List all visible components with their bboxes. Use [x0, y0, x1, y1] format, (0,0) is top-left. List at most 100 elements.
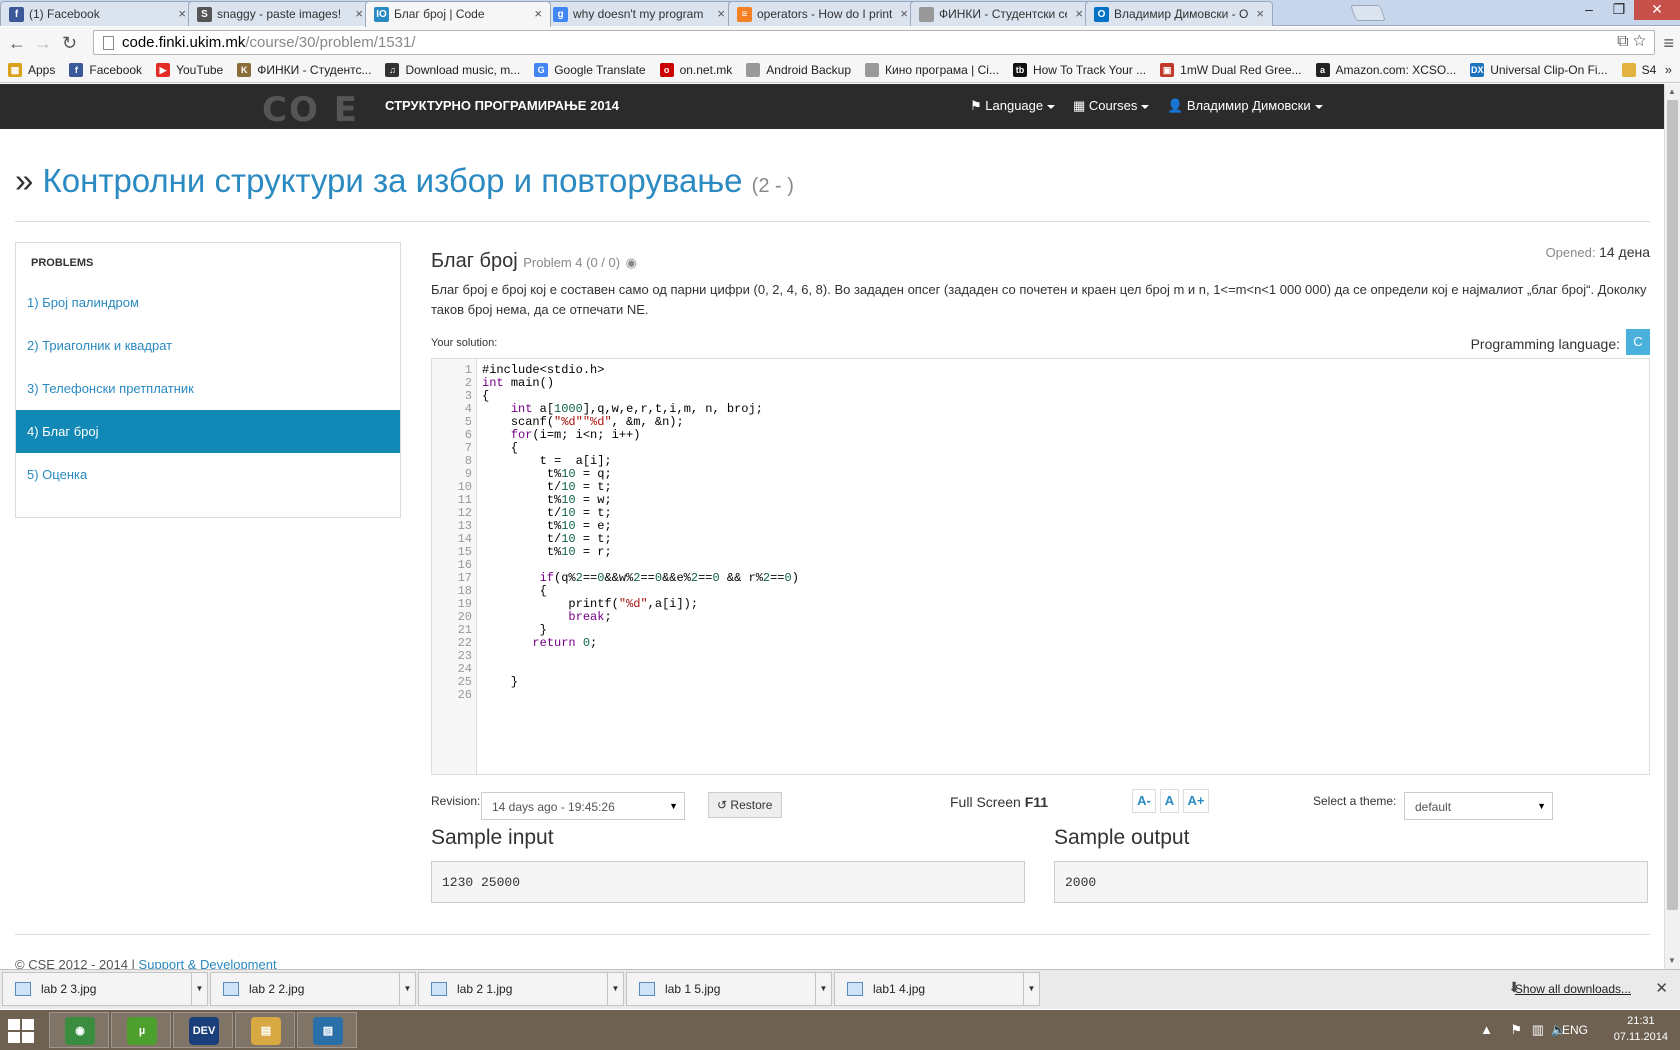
bookmark-item[interactable]: ▣ 1mW Dual Red Gree...: [1160, 63, 1302, 77]
code-icon: IO: [374, 7, 389, 22]
taskbar-app-photos[interactable]: ▨: [297, 1012, 357, 1048]
devcpp-icon: DEV: [189, 1017, 219, 1045]
font-smaller-button[interactable]: A-: [1132, 789, 1156, 813]
footer-support-link[interactable]: Support & Development: [139, 957, 277, 969]
window-controls: – ❐ ✕: [1574, 0, 1680, 20]
theme-value: default: [1415, 800, 1452, 814]
close-window-icon[interactable]: ✕: [1634, 0, 1680, 20]
bookmark-star-icon[interactable]: ⧉ ☆: [1617, 33, 1646, 51]
tab-close-icon[interactable]: ×: [717, 6, 725, 21]
code-line: printf("%d",a[i]);: [568, 597, 699, 611]
site-logo[interactable]: CO E: [262, 90, 359, 130]
clock[interactable]: 21:31 07.11.2014: [1614, 1013, 1668, 1045]
taskbar-app-devcpp[interactable]: DEV: [173, 1012, 233, 1048]
nav-user[interactable]: 👤 Владимир Димовски: [1167, 98, 1323, 114]
sidebar-problem-item[interactable]: 3) Телефонски претплатник: [16, 367, 400, 410]
font-reset-button[interactable]: A: [1160, 789, 1179, 813]
tab-close-icon[interactable]: ×: [1075, 6, 1083, 21]
tab-close-icon[interactable]: ×: [534, 6, 542, 21]
sidebar-problem-item[interactable]: 2) Триаголник и квадрат: [16, 324, 400, 367]
fullscreen-key: F11: [1024, 794, 1049, 810]
bookmark-item[interactable]: G Google Translate: [534, 63, 646, 77]
code-line: t/10 = t;: [546, 532, 612, 546]
downloads-shelf: ⬇ Show all downloads... ✕ lab 2 3.jpg ▼ la…: [0, 969, 1680, 1009]
back-arrow-icon[interactable]: ←: [8, 33, 26, 54]
browser-tab[interactable]: g why doesn't my program ×: [544, 1, 734, 26]
forward-arrow-icon[interactable]: →: [34, 33, 52, 54]
close-icon[interactable]: ✕: [1655, 979, 1668, 997]
taskbar-app-utorrent[interactable]: µ: [111, 1012, 171, 1048]
show-all-downloads-link[interactable]: Show all downloads...: [1515, 982, 1631, 996]
download-item[interactable]: lab 2 3.jpg ▼: [2, 972, 208, 1006]
bookmark-item[interactable]: S4: [1621, 63, 1656, 77]
bookmark-item[interactable]: tb How To Track Your ...: [1012, 63, 1146, 77]
new-tab-button[interactable]: [1350, 5, 1386, 21]
download-file-name: lab1 4.jpg: [873, 982, 926, 996]
scroll-down-icon[interactable]: ▼: [1668, 956, 1676, 965]
language-button[interactable]: C: [1626, 329, 1650, 355]
browser-tab[interactable]: ≡ operators - How do I print ×: [728, 1, 917, 26]
code-line: #include<stdio.h>: [482, 363, 605, 377]
browser-tab[interactable]: f (1) Facebook ×: [0, 1, 195, 26]
sample-output-title: Sample output: [1054, 826, 1190, 849]
bookmark-item[interactable]: f Facebook: [69, 63, 142, 77]
fullscreen-label: Full Screen: [950, 794, 1021, 810]
browser-tab[interactable]: ФИНКИ - Студентски сер ×: [910, 1, 1092, 26]
nav-language[interactable]: ⚑ Language: [970, 98, 1056, 114]
page-scrollbar[interactable]: ▲ ▼: [1664, 84, 1680, 969]
browser-tab[interactable]: O Владимир Димовски - О ×: [1085, 1, 1273, 26]
tab-close-icon[interactable]: ×: [1256, 6, 1264, 21]
font-larger-button[interactable]: A+: [1183, 789, 1209, 813]
download-menu-arrow-icon[interactable]: ▼: [399, 973, 415, 1005]
restore-button[interactable]: ↺ Restore: [708, 792, 782, 818]
download-item[interactable]: lab1 4.jpg ▼: [834, 972, 1040, 1006]
bookmark-item[interactable]: Android Backup: [746, 63, 851, 77]
download-menu-arrow-icon[interactable]: ▼: [815, 973, 831, 1005]
code-editor[interactable]: 1 #include<stdio.h> 2 int main() 3 {4 int a[1…: [431, 358, 1650, 775]
download-menu-arrow-icon[interactable]: ▼: [191, 973, 207, 1005]
windows-start-icon[interactable]: [8, 1019, 36, 1043]
download-menu-arrow-icon[interactable]: ▼: [607, 973, 623, 1005]
action-center-icon[interactable]: ⚑: [1510, 1022, 1522, 1038]
taskbar-app-chrome[interactable]: ◉: [49, 1012, 109, 1048]
bookmark-item[interactable]: Кино програма | Ci...: [865, 63, 999, 77]
tab-close-icon[interactable]: ×: [900, 6, 908, 21]
browser-tab[interactable]: IO Благ број | Code ×: [365, 1, 551, 27]
address-bar[interactable]: code.finki.ukim.mk/course/30/problem/153…: [93, 30, 1655, 55]
eye-icon[interactable]: ◉: [626, 255, 637, 270]
sidebar-problem-item[interactable]: 1) Број палиндром: [16, 281, 400, 324]
image-file-icon: [431, 982, 447, 996]
download-menu-arrow-icon[interactable]: ▼: [1023, 973, 1039, 1005]
taskbar-app-explorer[interactable]: ▤: [235, 1012, 295, 1048]
bookmarks-overflow-icon[interactable]: »: [1665, 62, 1672, 77]
scroll-thumb[interactable]: [1667, 100, 1678, 910]
bookmark-item[interactable]: ♫ Download music, m...: [385, 63, 520, 77]
course-title[interactable]: СТРУКТУРНО ПРОГРАМИРАЊЕ 2014: [385, 98, 619, 113]
theme-select[interactable]: default ▼: [1404, 792, 1553, 820]
scroll-up-icon[interactable]: ▲: [1668, 87, 1676, 96]
chrome-menu-icon[interactable]: ≡: [1663, 33, 1674, 54]
tab-close-icon[interactable]: ×: [178, 6, 186, 21]
bookmark-item[interactable]: ▦ Apps: [8, 63, 55, 77]
browser-tab[interactable]: Ssnaggy - paste images! ×: [188, 1, 372, 26]
bookmark-item[interactable]: DX Universal Clip-On Fi...: [1470, 63, 1608, 77]
sidebar-problem-item[interactable]: 5) Оценка: [16, 453, 400, 496]
bookmark-item[interactable]: o on.net.mk: [659, 63, 732, 77]
network-icon[interactable]: ▥: [1532, 1022, 1544, 1038]
tray-expand-icon[interactable]: ▲: [1480, 1022, 1493, 1037]
restore-icon[interactable]: ❐: [1604, 0, 1634, 20]
language-indicator[interactable]: ENG: [1562, 1023, 1588, 1037]
reload-icon[interactable]: ↻: [62, 33, 77, 54]
bookmark-item[interactable]: K ФИНКИ - Студентс...: [237, 63, 371, 77]
download-item[interactable]: lab 1 5.jpg ▼: [626, 972, 832, 1006]
download-item[interactable]: lab 2 1.jpg ▼: [418, 972, 624, 1006]
download-item[interactable]: lab 2 2.jpg ▼: [210, 972, 416, 1006]
tab-close-icon[interactable]: ×: [355, 6, 363, 21]
bookmark-item[interactable]: a Amazon.com: XCSO...: [1315, 63, 1456, 77]
bookmark-item[interactable]: ▶ YouTube: [156, 63, 223, 77]
nav-courses[interactable]: ▦ Courses: [1073, 98, 1150, 114]
minimize-icon[interactable]: –: [1574, 0, 1604, 20]
sidebar-problem-item[interactable]: 4) Благ број: [16, 410, 400, 453]
outlook-icon: O: [1094, 7, 1109, 22]
revision-select[interactable]: 14 days ago - 19:45:26 ▼: [481, 792, 685, 820]
